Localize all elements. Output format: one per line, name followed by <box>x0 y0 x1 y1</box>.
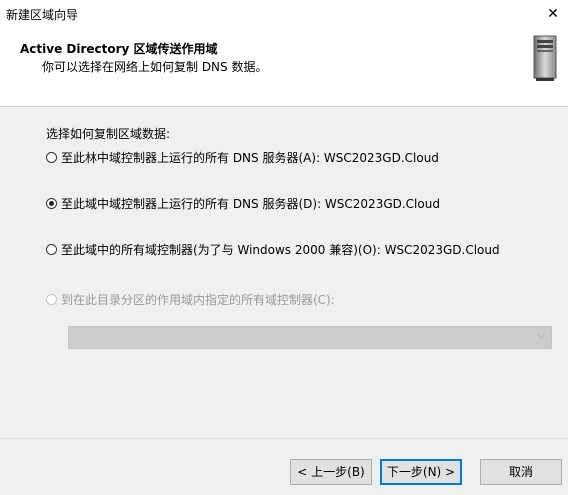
option-forest-dns[interactable]: 至此林中域控制器上运行的所有 DNS 服务器(A): WSC2023GD.Clo… <box>46 149 439 166</box>
replication-prompt: 选择如何复制区域数据: <box>46 127 171 141</box>
window-title: 新建区域向导 <box>6 8 79 22</box>
option-domain-dc[interactable]: 至此域中的所有域控制器(为了与 Windows 2000 兼容)(O): WSC… <box>46 241 500 258</box>
partition-select: ⌵ <box>68 326 552 349</box>
chevron-down-icon: ⌵ <box>537 330 545 341</box>
radio-partition-dc <box>46 294 57 305</box>
back-button[interactable]: < 上一步(B) <box>290 459 372 485</box>
option-domain-dc-label: 至此域中的所有域控制器(为了与 Windows 2000 兼容)(O): WSC… <box>61 243 500 257</box>
close-button[interactable]: ✕ <box>538 0 568 28</box>
cancel-button[interactable]: 取消 <box>480 459 562 485</box>
wizard-header: Active Directory 区域传送作用域 你可以选择在网络上如何复制 D… <box>0 28 568 107</box>
next-button[interactable]: 下一步(N) > <box>380 459 462 485</box>
wizard-body: 选择如何复制区域数据: 至此林中域控制器上运行的所有 DNS 服务器(A): W… <box>0 107 568 438</box>
option-partition-dc: 到在此目录分区的作用域内指定的所有域控制器(C): <box>46 291 335 308</box>
option-domain-dns-label: 至此域中域控制器上运行的所有 DNS 服务器(D): WSC2023GD.Clo… <box>61 197 440 211</box>
radio-forest-dns[interactable] <box>46 152 57 163</box>
option-domain-dns[interactable]: 至此域中域控制器上运行的所有 DNS 服务器(D): WSC2023GD.Clo… <box>46 195 440 212</box>
page-subtitle: 你可以选择在网络上如何复制 DNS 数据。 <box>42 60 268 74</box>
footer-divider <box>0 438 568 439</box>
title-bar: 新建区域向导 ✕ <box>0 0 568 28</box>
radio-domain-dns[interactable] <box>46 198 57 209</box>
option-partition-dc-label: 到在此目录分区的作用域内指定的所有域控制器(C): <box>61 293 335 307</box>
page-title: Active Directory 区域传送作用域 <box>20 42 218 56</box>
server-icon <box>533 35 557 81</box>
radio-domain-dc[interactable] <box>46 244 57 255</box>
option-forest-dns-label: 至此林中域控制器上运行的所有 DNS 服务器(A): WSC2023GD.Clo… <box>61 151 439 165</box>
